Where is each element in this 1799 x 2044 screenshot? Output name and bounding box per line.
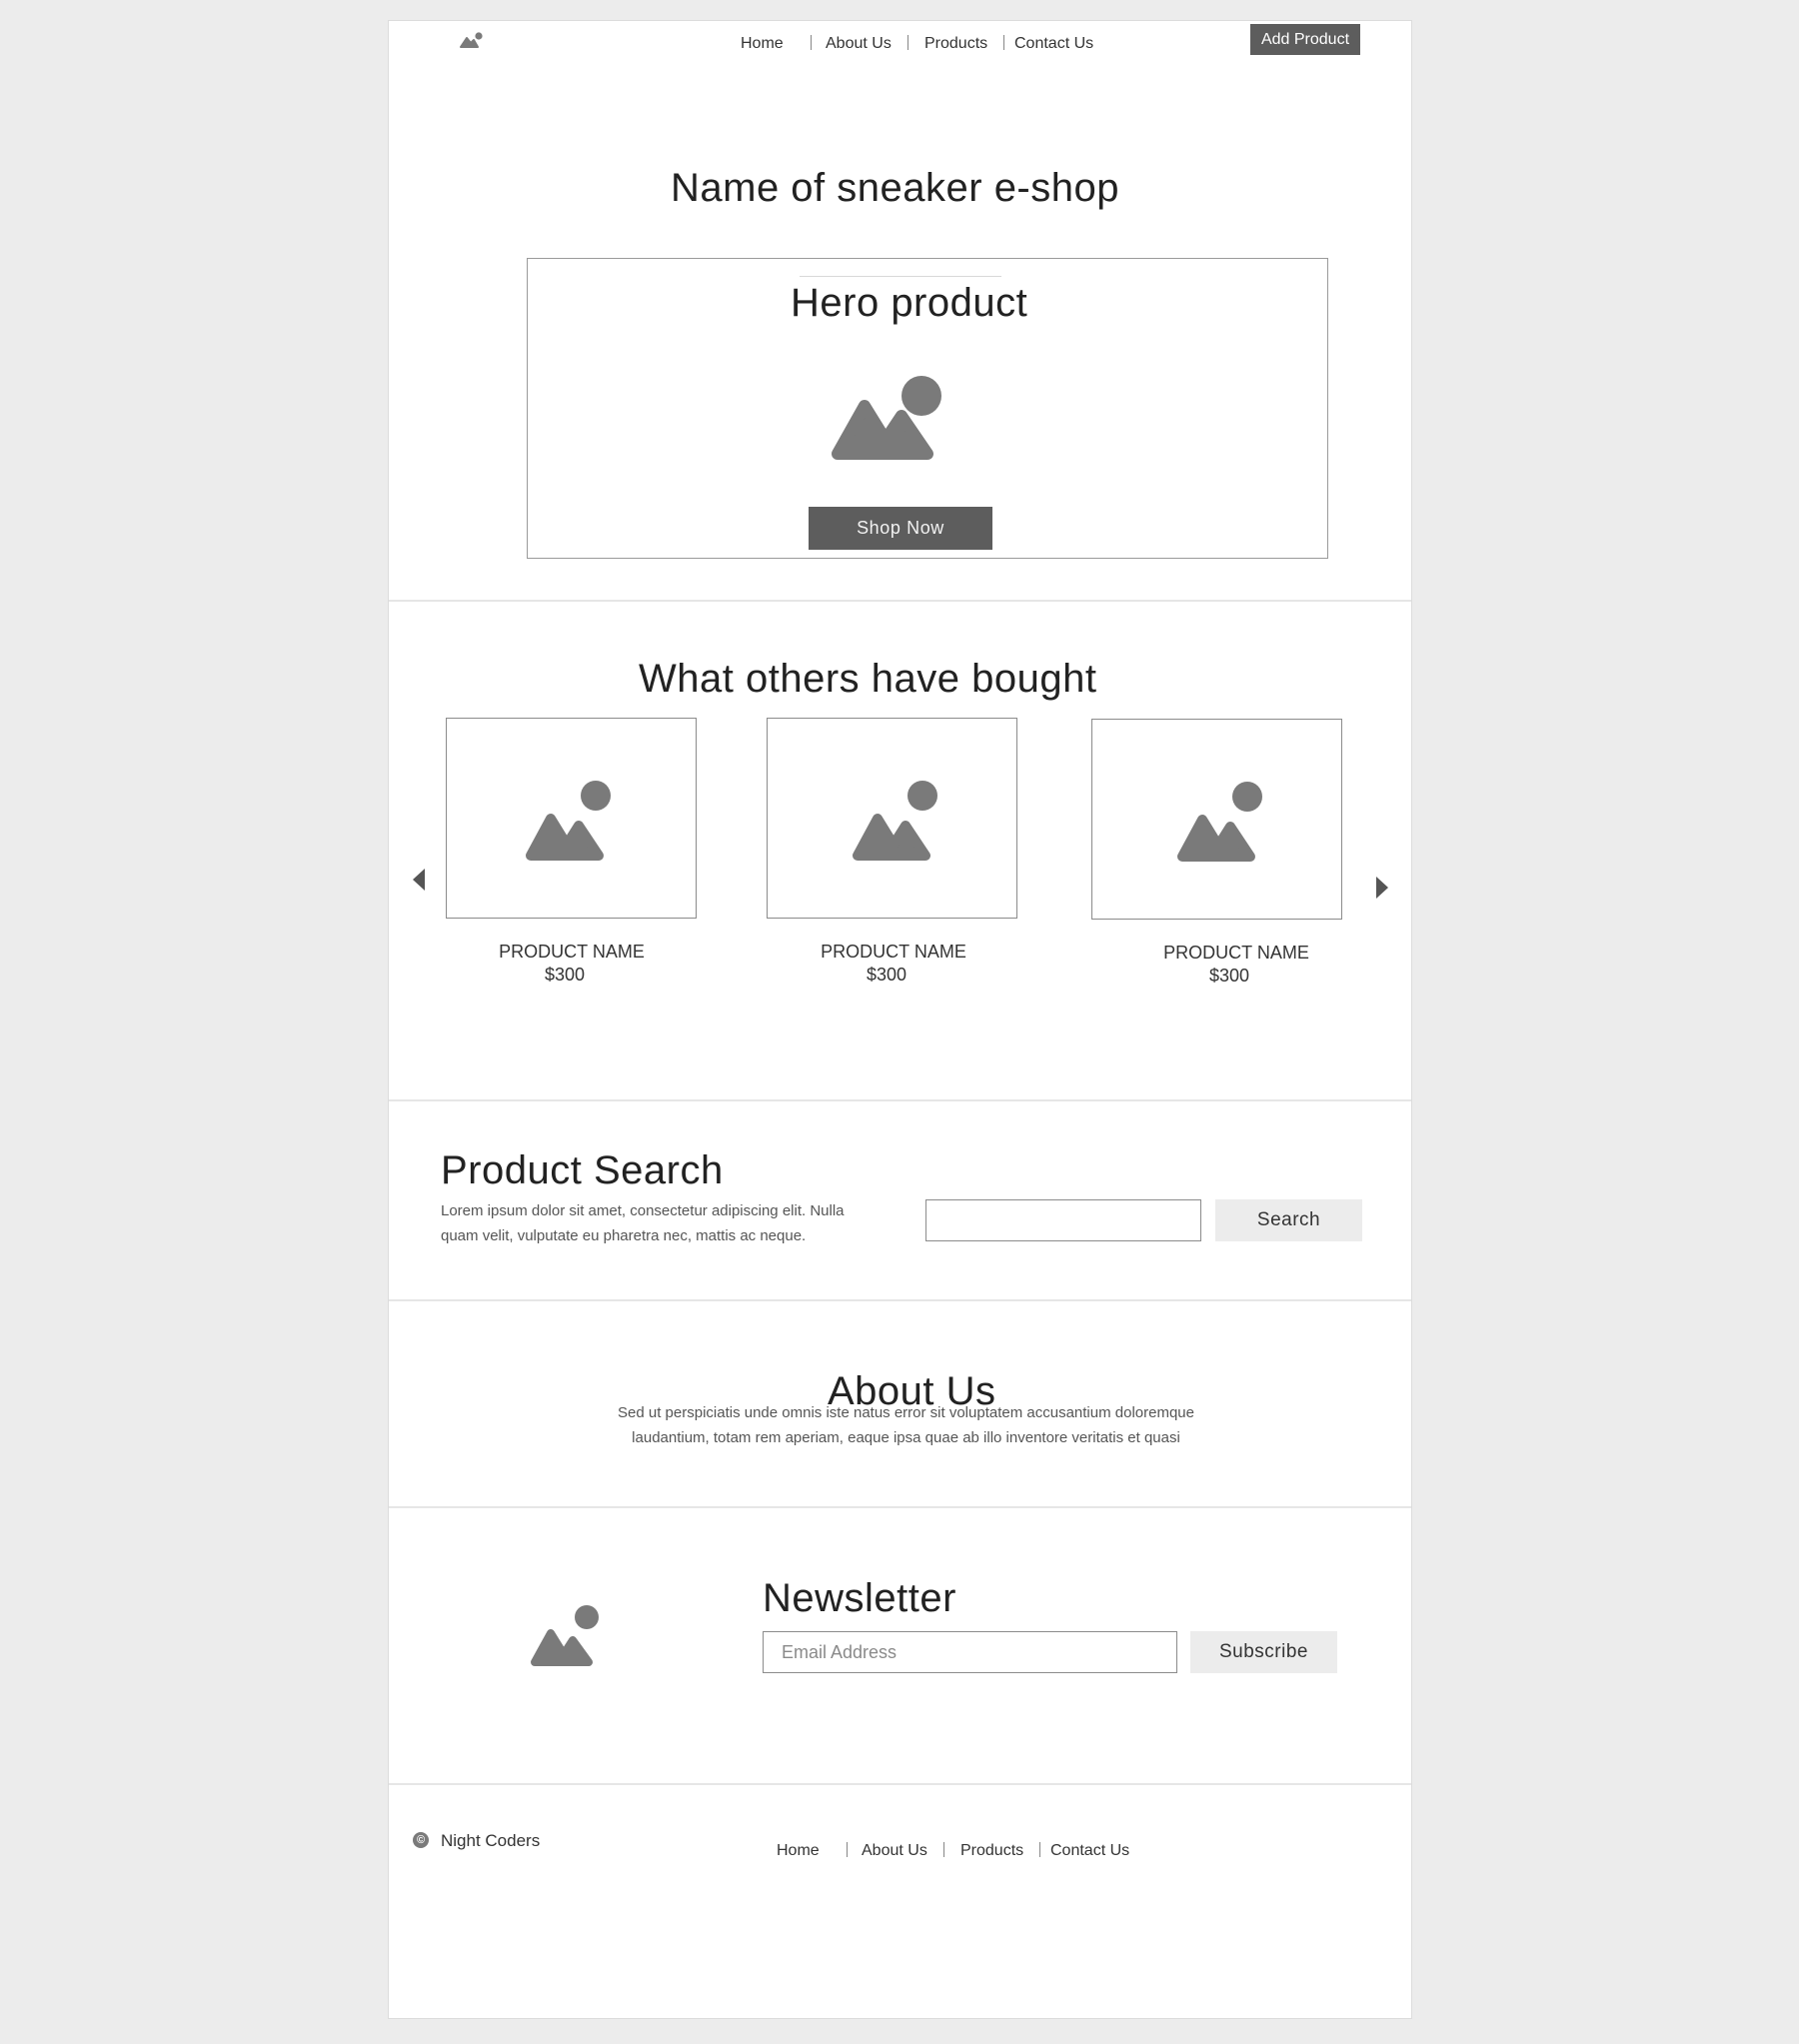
nav-home[interactable]: Home: [741, 35, 784, 53]
email-field-placeholder: Email Address: [782, 1642, 898, 1662]
section-divider: [389, 1299, 1411, 1301]
footer-nav-about-us[interactable]: About Us: [862, 1842, 927, 1860]
footer-nav-contact-us[interactable]: Contact Us: [1050, 1842, 1129, 1860]
footer-nav-separator: [1039, 1842, 1040, 1857]
search-description: Lorem ipsum dolor sit amet, consectetur …: [441, 1198, 845, 1248]
nav-separator: [1003, 35, 1004, 50]
add-product-button[interactable]: Add Product: [1250, 24, 1360, 55]
footer-nav-separator: [943, 1842, 944, 1857]
product-price: $300: [1208, 966, 1250, 986]
product-image-icon: [853, 781, 937, 861]
footer-nav-home[interactable]: Home: [777, 1842, 820, 1860]
shop-now-button[interactable]: Shop Now: [809, 507, 992, 550]
product-price: $300: [544, 965, 586, 985]
footer-nav-separator: [847, 1842, 848, 1857]
about-description: Sed ut perspiciatis unde omnis iste natu…: [389, 1400, 1413, 1450]
site-title-text: Name of sneaker e-shop: [670, 166, 1119, 210]
footer-nav-products[interactable]: Products: [960, 1842, 1023, 1860]
carousel-next-arrow-icon[interactable]: [1375, 876, 1389, 900]
newsletter-title: Newsletter: [763, 1576, 956, 1620]
product-image-icon: [526, 781, 611, 861]
search-title: Product Search: [441, 1148, 724, 1192]
search-input[interactable]: [925, 1199, 1201, 1241]
section-divider: [389, 600, 1411, 602]
hero-image-icon: [832, 376, 941, 460]
logo-icon[interactable]: [459, 30, 485, 50]
subscribe-button[interactable]: Subscribe: [1190, 1631, 1337, 1673]
product-name: PRODUCT NAME: [821, 942, 966, 962]
search-description-line: quam velit, vulputate eu pharetra nec, m…: [441, 1227, 807, 1244]
about-description-line: Sed ut perspiciatis unde omnis iste natu…: [618, 1404, 1194, 1421]
others-title: What others have bought: [639, 657, 1097, 701]
email-field[interactable]: Email Address: [763, 1631, 1177, 1673]
product-name: PRODUCT NAME: [499, 942, 645, 962]
newsletter-image-icon: [531, 1605, 599, 1666]
product-price: $300: [866, 965, 907, 985]
nav-separator: [811, 35, 812, 50]
nav-about-us[interactable]: About Us: [826, 35, 892, 53]
section-divider: [389, 1783, 1411, 1785]
hero-decor-line: [800, 276, 1001, 277]
nav-products[interactable]: Products: [924, 35, 987, 53]
product-name: PRODUCT NAME: [1163, 943, 1309, 963]
nav-contact-us[interactable]: Contact Us: [1014, 35, 1093, 53]
section-divider: [389, 1506, 1411, 1508]
product-image-icon: [1177, 782, 1262, 862]
about-description-line: laudantium, totam rem aperiam, eaque ips…: [632, 1429, 1180, 1446]
page-container: Home About Us Products Contact Us Add Pr…: [388, 20, 1412, 2019]
site-title: Name of sneaker e-shop: [389, 166, 1413, 211]
copyright-icon: ©: [413, 1832, 429, 1848]
section-divider: [389, 1099, 1411, 1101]
hero-product-title: Hero product: [791, 281, 1028, 325]
search-button[interactable]: Search: [1215, 1199, 1362, 1241]
footer-company-name: Night Coders: [441, 1831, 541, 1850]
nav-separator: [907, 35, 908, 50]
carousel-prev-arrow-icon[interactable]: [412, 868, 426, 892]
search-description-line: Lorem ipsum dolor sit amet, consectetur …: [441, 1202, 845, 1219]
